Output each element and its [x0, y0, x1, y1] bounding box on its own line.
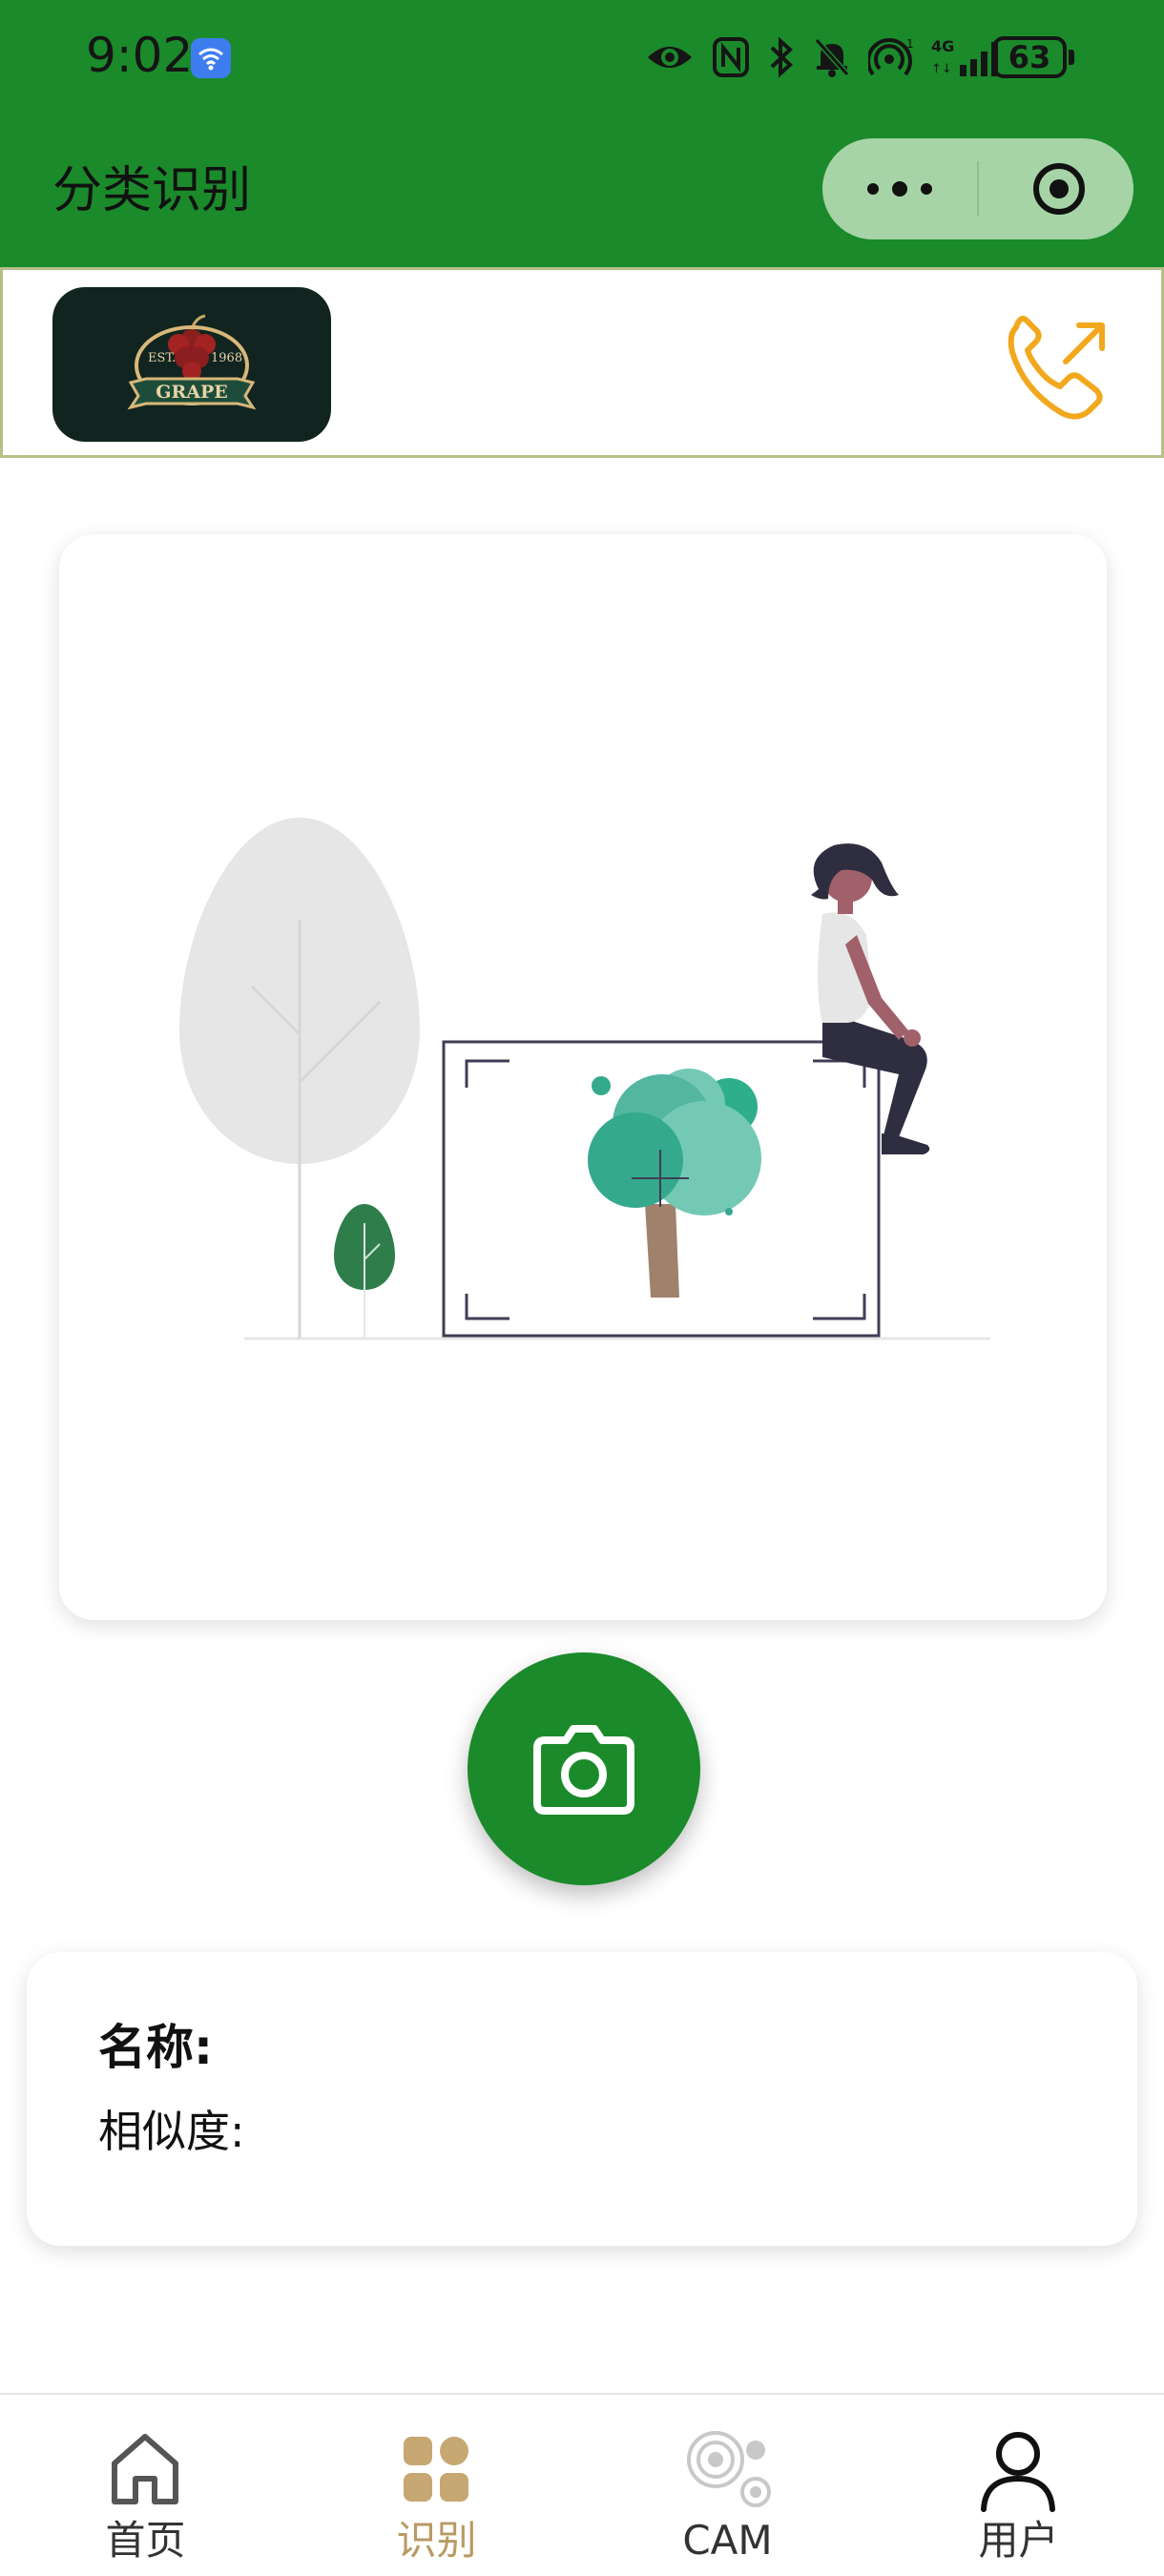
status-icons: 1 4G ↑↓: [645, 29, 1008, 86]
more-dots-icon[interactable]: [822, 138, 977, 239]
hotspot-icon: 1: [868, 37, 914, 76]
result-similarity-row: 相似度:: [98, 2103, 245, 2160]
eye-icon: [648, 47, 692, 68]
camera-button[interactable]: [468, 1652, 700, 1885]
result-name-label: 名称:: [98, 2020, 213, 2075]
brand-logo[interactable]: EST. 1968 GRAPE: [52, 287, 331, 442]
bluetooth-icon: [770, 36, 793, 78]
result-name-row: 名称:: [98, 2017, 213, 2078]
status-bar: 9:02 1 4G ↑↓ 63: [0, 0, 1164, 114]
phone-outgoing-icon[interactable]: [995, 306, 1119, 430]
result-similarity-label: 相似度:: [98, 2106, 245, 2157]
logo-year: 1968: [211, 351, 242, 365]
tab-recognize-label: 识别: [396, 2517, 477, 2564]
user-icon: [981, 2432, 1055, 2512]
nfc-icon: [713, 37, 749, 77]
svg-text:↑↓: ↑↓: [931, 62, 952, 76]
battery-icon: 63: [992, 36, 1067, 78]
home-icon: [112, 2434, 178, 2504]
tab-home-label: 首页: [105, 2517, 186, 2564]
wifi-badge-icon: [191, 38, 231, 78]
tab-user-label: 用户: [978, 2517, 1059, 2564]
battery-tip: [1069, 50, 1074, 65]
tree-scan-illustration: [179, 818, 990, 1340]
tab-cam[interactable]: CAM: [582, 2395, 873, 2576]
grid-icon: [404, 2437, 468, 2502]
capsule-divider: [977, 161, 979, 217]
svg-text:1: 1: [906, 37, 914, 51]
battery-level: 63: [1008, 39, 1051, 75]
mini-program-capsule: [822, 138, 1133, 239]
tab-user[interactable]: 用户: [873, 2395, 1164, 2576]
tab-cam-label: CAM: [682, 2517, 773, 2564]
cam-icon: [687, 2431, 771, 2507]
status-time: 9:02: [86, 28, 194, 83]
result-card: 名称: 相似度:: [27, 1952, 1137, 2246]
camera-icon: [533, 1725, 634, 1815]
target-close-icon[interactable]: [1030, 160, 1088, 218]
mute-bell-icon: [814, 38, 850, 77]
app-header: 9:02 1 4G ↑↓ 63 分类识别: [0, 0, 1164, 267]
brand-bar: EST. 1968 GRAPE: [0, 267, 1164, 458]
tab-recognize[interactable]: 识别: [291, 2395, 582, 2576]
logo-est: EST.: [148, 351, 176, 365]
page-title: 分类识别: [52, 162, 252, 219]
illustration-card: [59, 534, 1107, 1620]
bottom-tab-bar: 首页 识别 CAM 用户: [0, 2393, 1164, 2576]
svg-text:4G: 4G: [931, 37, 954, 55]
logo-text: GRAPE: [156, 382, 228, 403]
tab-home[interactable]: 首页: [0, 2395, 291, 2576]
